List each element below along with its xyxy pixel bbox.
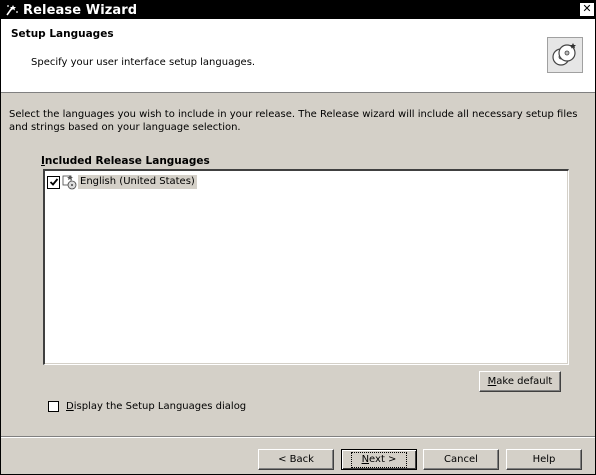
- wizard-icon: [4, 2, 20, 18]
- make-default-label: ake default: [496, 376, 553, 387]
- instructions-text: Select the languages you wish to include…: [9, 109, 578, 133]
- next-button[interactable]: Next >: [341, 449, 417, 470]
- footer-divider: [1, 436, 595, 438]
- included-languages-label: Included Release Languages: [41, 155, 210, 167]
- cancel-button[interactable]: Cancel: [423, 449, 499, 470]
- make-default-button[interactable]: Make default: [479, 371, 561, 392]
- display-dialog-mnemonic: D: [66, 401, 74, 412]
- included-languages-label-text: ncluded Release Languages: [44, 155, 210, 167]
- page-subtitle: Specify your user interface setup langua…: [31, 57, 256, 68]
- make-default-mnemonic: M: [487, 376, 497, 387]
- close-icon: ✕: [582, 2, 592, 15]
- display-setup-languages-option[interactable]: Display the Setup Languages dialog: [48, 401, 246, 412]
- language-setup-icon: [61, 174, 77, 190]
- help-button[interactable]: Help: [506, 449, 582, 470]
- display-dialog-label-text: isplay the Setup Languages dialog: [73, 401, 247, 412]
- display-dialog-label: Display the Setup Languages dialog: [66, 401, 246, 412]
- wizard-header: Setup Languages Specify your user interf…: [1, 19, 595, 93]
- languages-listbox[interactable]: English (United States): [43, 169, 569, 365]
- next-label: ext >: [369, 453, 397, 465]
- window-title: Release Wizard: [23, 2, 138, 18]
- page-title: Setup Languages: [11, 28, 114, 40]
- language-label: English (United States): [78, 175, 197, 189]
- release-wizard-window: Release Wizard ✕ Setup Languages Specify…: [0, 0, 596, 475]
- next-mnemonic: N: [361, 453, 370, 465]
- cd-disc-icon: [547, 37, 583, 73]
- list-item-english-united-states[interactable]: English (United States): [47, 174, 197, 190]
- language-checkbox[interactable]: [47, 175, 60, 189]
- title-bar[interactable]: Release Wizard ✕: [1, 1, 595, 19]
- checkmark-icon: [49, 178, 58, 186]
- display-dialog-checkbox[interactable]: [48, 401, 59, 412]
- next-focus-rect: Next >: [350, 451, 408, 468]
- back-button[interactable]: < Back: [258, 449, 334, 470]
- close-button[interactable]: ✕: [580, 3, 594, 16]
